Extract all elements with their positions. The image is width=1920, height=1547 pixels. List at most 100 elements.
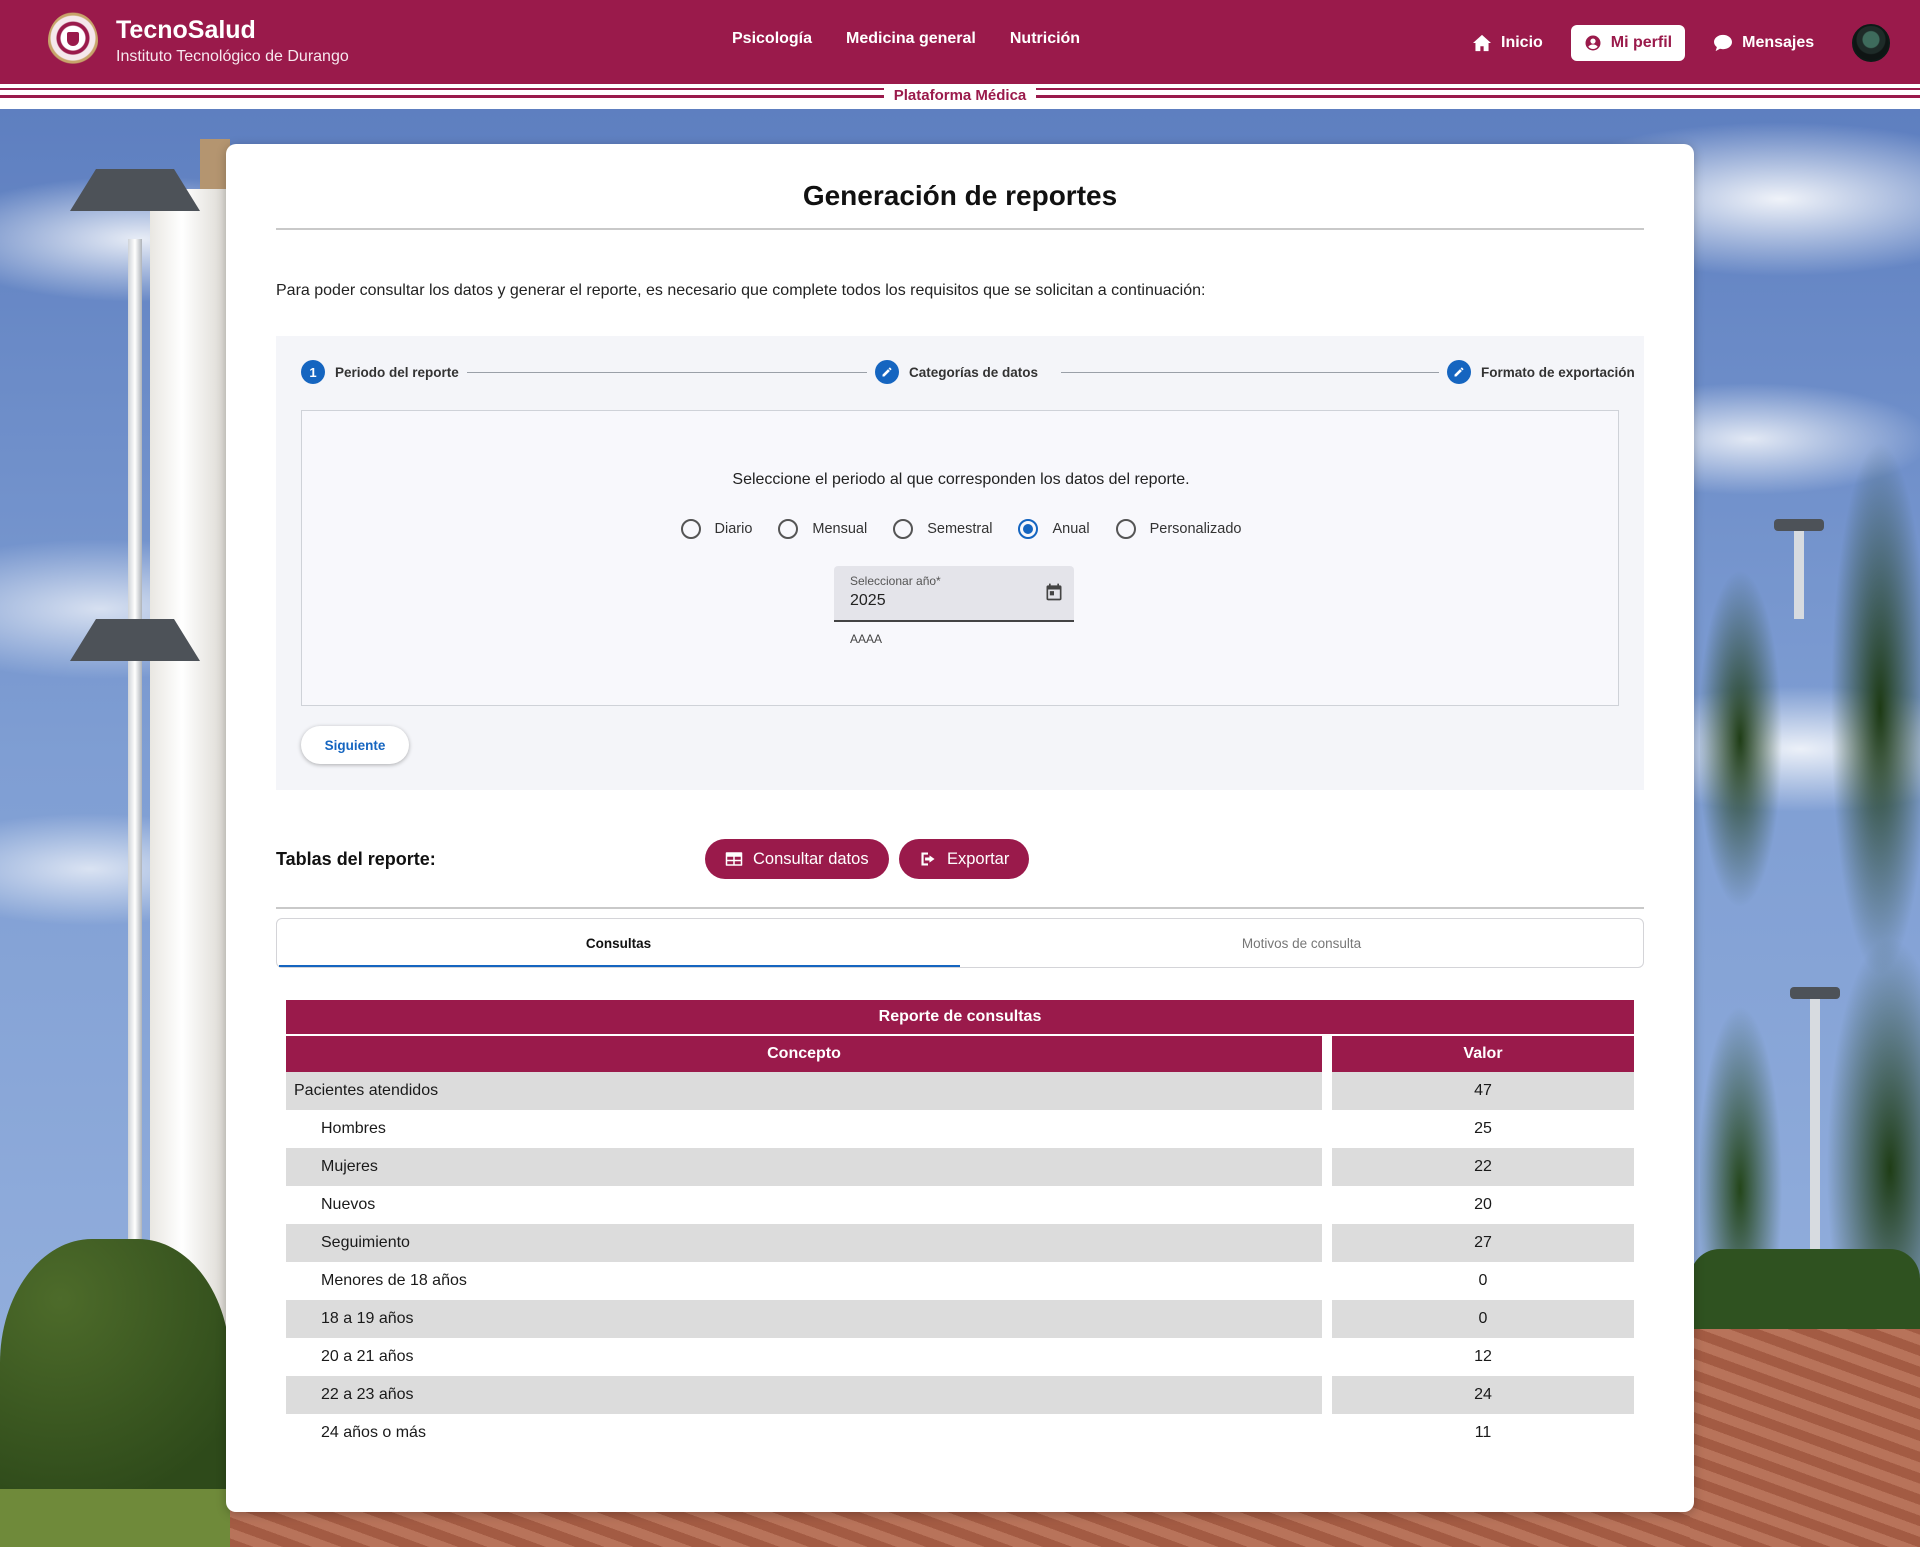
- table-icon: [725, 852, 743, 866]
- tab-consultas[interactable]: Consultas: [277, 919, 960, 967]
- page-title: Generación de reportes: [802, 180, 1118, 211]
- radio-personalizado[interactable]: Personalizado: [1115, 519, 1242, 539]
- brick-path: [230, 1509, 1690, 1547]
- calendar-icon[interactable]: [1044, 582, 1064, 607]
- row-value: 22: [1332, 1148, 1634, 1186]
- step-label: Periodo del reporte: [335, 364, 459, 380]
- radio-circle[interactable]: [778, 519, 799, 539]
- row-concept: Pacientes atendidos: [286, 1072, 1332, 1110]
- report-stepper: 1 Periodo del reporte Categorías de dato…: [276, 336, 1644, 790]
- step-periodo[interactable]: 1 Periodo del reporte: [301, 360, 467, 384]
- chat-icon: [1714, 34, 1733, 52]
- brand-title: TecnoSalud: [116, 15, 256, 44]
- radio-diario[interactable]: Diario: [680, 519, 752, 539]
- row-concept: Menores de 18 años: [286, 1262, 1332, 1300]
- row-value: 11: [1474, 1424, 1492, 1441]
- row-concept: 20 a 21 años: [286, 1338, 1332, 1376]
- step-categorias[interactable]: Categorías de datos: [867, 360, 1047, 384]
- row-value: 27: [1332, 1224, 1634, 1262]
- row-concept: Mujeres: [286, 1148, 1332, 1186]
- row-value: 25: [1474, 1120, 1492, 1137]
- brand[interactable]: TecnoSalud Instituto Tecnológico de Dura…: [48, 12, 349, 70]
- radio-label: Semestral: [927, 521, 993, 537]
- divider: [276, 228, 1644, 230]
- step-connector: [456, 372, 938, 373]
- column-header-concepto: Concepto: [286, 1036, 1332, 1072]
- radio-label: Personalizado: [1149, 521, 1242, 537]
- table-row: Mujeres 22: [286, 1148, 1634, 1186]
- row-value: 20: [1474, 1196, 1492, 1213]
- tables-label: Tablas del reporte:: [276, 849, 436, 869]
- table-row: Menores de 18 años 0: [286, 1262, 1634, 1300]
- divider: [276, 907, 1644, 909]
- step-formato[interactable]: Formato de exportación: [1439, 360, 1643, 384]
- consult-data-label: Consultar datos: [753, 849, 869, 868]
- table-row: 24 años o más 11: [286, 1414, 1634, 1452]
- row-concept: 18 a 19 años: [286, 1300, 1332, 1338]
- street-lamp: [1794, 519, 1804, 619]
- consult-data-button[interactable]: Consultar datos: [705, 839, 889, 879]
- grass: [0, 1489, 240, 1547]
- profile-label: Mi perfil: [1610, 34, 1673, 51]
- radio-circle[interactable]: [893, 519, 914, 539]
- nav-nutricion[interactable]: Nutrición: [1010, 30, 1080, 48]
- radio-circle[interactable]: [680, 519, 701, 539]
- row-concept: Seguimiento: [286, 1224, 1332, 1262]
- table-row: 20 a 21 años 12: [286, 1338, 1634, 1376]
- row-concept: 24 años o más: [286, 1414, 1332, 1452]
- messages-label: Mensajes: [1742, 34, 1815, 51]
- table-caption: Reporte de consultas: [286, 1000, 1634, 1036]
- year-input-label: Seleccionar año*: [850, 574, 941, 588]
- year-input[interactable]: Seleccionar año* 2025: [834, 566, 1074, 622]
- step-label: Categorías de datos: [909, 364, 1039, 380]
- step-number: 1: [301, 360, 325, 384]
- table-row: Pacientes atendidos 47: [286, 1072, 1634, 1110]
- radio-anual[interactable]: Anual: [1018, 519, 1090, 539]
- nav-psicologia[interactable]: Psicología: [732, 30, 812, 48]
- user-nav: Inicio Mi perfil Mensajes: [1464, 24, 1891, 62]
- radio-circle-selected[interactable]: [1018, 519, 1039, 539]
- home-label: Inicio: [1501, 34, 1543, 51]
- table-row: 22 a 23 años 24: [286, 1376, 1634, 1414]
- year-input-value[interactable]: 2025: [850, 592, 886, 610]
- home-icon: [1473, 34, 1491, 52]
- report-tabs: Consultas Motivos de consulta: [276, 918, 1644, 968]
- row-value: 0: [1478, 1272, 1488, 1289]
- year-input-hint: AAAA: [850, 632, 883, 646]
- report-table: Reporte de consultas Concepto Valor Paci…: [286, 1000, 1634, 1452]
- avatar[interactable]: [1852, 24, 1891, 62]
- export-label: Exportar: [947, 849, 1010, 868]
- column-header-valor: Valor: [1332, 1036, 1634, 1072]
- table-row: Nuevos 20: [286, 1186, 1634, 1224]
- platform-label: Plataforma Médica: [883, 87, 1037, 104]
- radio-mensual[interactable]: Mensual: [778, 519, 867, 539]
- brand-subtitle: Instituto Tecnológico de Durango: [116, 47, 349, 65]
- pencil-icon: [875, 360, 899, 384]
- report-card: Generación de reportes Para poder consul…: [226, 144, 1694, 1512]
- profile-link[interactable]: Mi perfil: [1570, 25, 1686, 61]
- nav-medicina-general[interactable]: Medicina general: [846, 30, 976, 48]
- messages-link[interactable]: Mensajes: [1705, 25, 1822, 61]
- table-row: Hombres 25: [286, 1110, 1634, 1148]
- radio-circle[interactable]: [1115, 519, 1136, 539]
- brick-path: [1690, 1329, 1920, 1547]
- platform-banner: Plataforma Médica: [0, 84, 1920, 109]
- row-value: 0: [1332, 1300, 1634, 1338]
- step-label: Formato de exportación: [1481, 364, 1635, 380]
- hedge: [1690, 1249, 1920, 1339]
- tab-motivos-de-consulta[interactable]: Motivos de consulta: [960, 919, 1643, 967]
- row-concept: Nuevos: [286, 1186, 1332, 1224]
- home-link[interactable]: Inicio: [1464, 25, 1551, 61]
- table-row: 18 a 19 años 0: [286, 1300, 1634, 1338]
- pencil-icon: [1447, 360, 1471, 384]
- row-value: 12: [1474, 1348, 1492, 1365]
- row-concept: 22 a 23 años: [286, 1376, 1332, 1414]
- period-radio-group: Diario Mensual Semestral Anual Personali…: [302, 519, 1620, 539]
- export-button[interactable]: Exportar: [899, 839, 1030, 879]
- table-row: Seguimiento 27: [286, 1224, 1634, 1262]
- radio-semestral[interactable]: Semestral: [893, 519, 992, 539]
- street-lamp-head: [1774, 519, 1824, 531]
- radio-label: Anual: [1052, 521, 1090, 537]
- institute-logo: [48, 12, 98, 70]
- next-button[interactable]: Siguiente: [301, 726, 409, 764]
